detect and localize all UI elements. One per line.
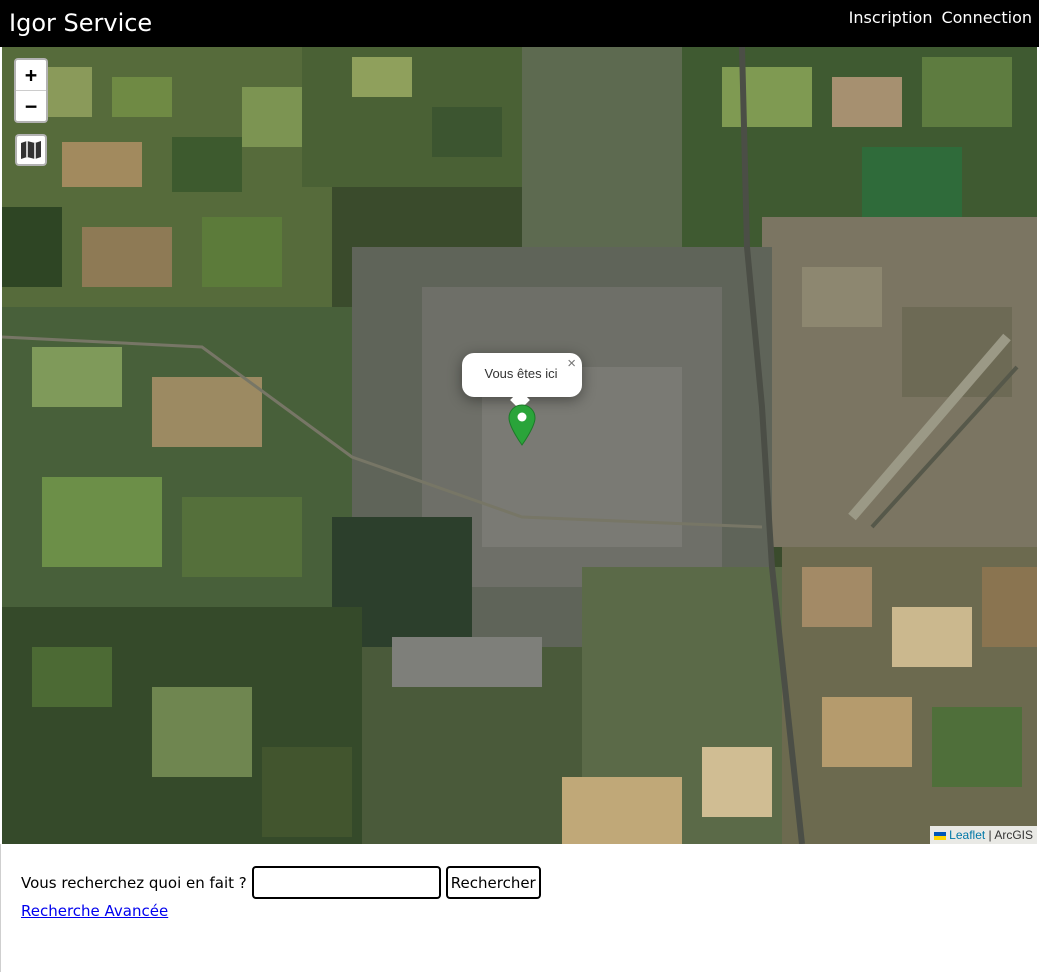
ukraine-flag-icon — [934, 831, 947, 840]
top-navbar: Igor Service Inscription Connection — [0, 0, 1039, 47]
search-input[interactable] — [251, 866, 441, 899]
attribution-provider: ArcGIS — [994, 828, 1033, 842]
attribution-separator: | — [985, 828, 995, 842]
zoom-out-button[interactable]: − — [16, 90, 46, 121]
location-marker-icon[interactable] — [508, 404, 536, 446]
map-view[interactable]: + − Vous êtes ici × Leaflet | ArcGIS — [2, 47, 1037, 844]
nav-links: Inscription Connection — [849, 8, 1032, 28]
layers-button[interactable] — [15, 134, 47, 166]
leaflet-link[interactable]: Leaflet — [949, 828, 985, 842]
site-brand[interactable]: Igor Service — [9, 9, 152, 37]
zoom-in-button[interactable]: + — [16, 60, 46, 90]
popup-close-button[interactable]: × — [567, 355, 576, 373]
zoom-control: + − — [14, 58, 48, 123]
popup-text: Vous êtes ici — [484, 366, 558, 381]
advanced-search-link[interactable]: Recherche Avancée — [21, 902, 168, 920]
map-layers-icon — [21, 141, 41, 159]
location-popup: Vous êtes ici × — [462, 353, 582, 410]
nav-connection-link[interactable]: Connection — [941, 8, 1032, 28]
nav-inscription-link[interactable]: Inscription — [849, 8, 933, 28]
search-form: Vous recherchez quoi en fait ? Recherche… — [21, 866, 541, 899]
page-left-border — [0, 844, 1, 972]
map-attribution: Leaflet | ArcGIS — [930, 826, 1037, 844]
search-button[interactable]: Rechercher — [445, 866, 541, 899]
search-label: Vous recherchez quoi en fait ? — [21, 873, 247, 892]
